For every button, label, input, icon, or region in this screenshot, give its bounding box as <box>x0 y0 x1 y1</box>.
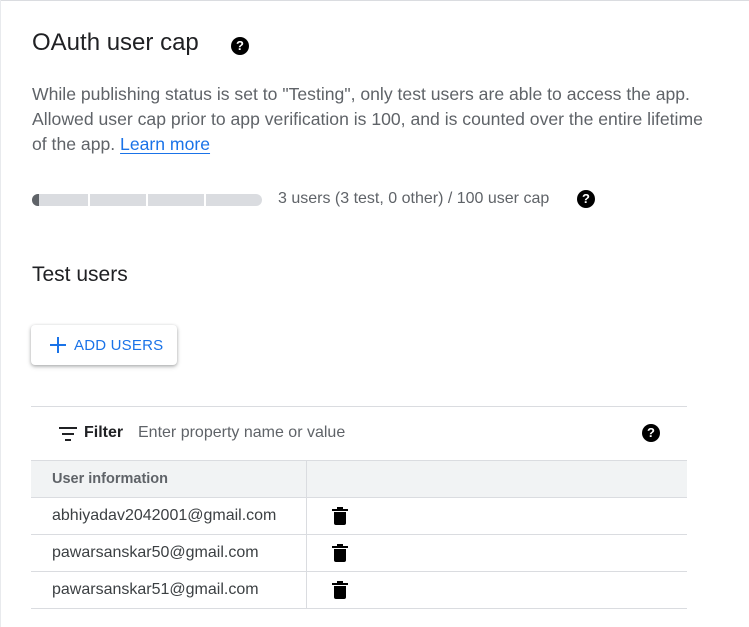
add-users-button[interactable]: ADD USERS <box>31 325 177 365</box>
help-icon[interactable]: ? <box>642 424 660 442</box>
filter-label[interactable]: Filter <box>84 424 123 442</box>
oauth-description: While publishing status is set to "Testi… <box>32 82 712 157</box>
trash-icon[interactable] <box>331 506 348 525</box>
test-users-table: Filter ? User information abhiyadav20420… <box>31 406 687 609</box>
user-email: pawarsanskar51@gmail.com <box>31 571 306 609</box>
delete-cell <box>305 571 687 609</box>
learn-more-link[interactable]: Learn more <box>120 134 210 154</box>
table-row: abhiyadav2042001@gmail.com <box>31 497 687 535</box>
user-email: abhiyadav2042001@gmail.com <box>31 497 306 535</box>
progress-segment-divider <box>88 194 90 206</box>
plus-icon <box>50 337 66 353</box>
trash-icon[interactable] <box>331 580 348 599</box>
top-divider <box>0 0 749 5</box>
table-row: pawarsanskar51@gmail.com <box>31 571 687 609</box>
oauth-user-cap-title: OAuth user cap <box>32 29 199 56</box>
table-row: pawarsanskar50@gmail.com <box>31 534 687 572</box>
filter-bar: Filter ? <box>31 406 687 461</box>
user-email: pawarsanskar50@gmail.com <box>31 534 306 572</box>
test-users-title: Test users <box>32 263 128 286</box>
users-table: User information abhiyadav2042001@gmail.… <box>31 461 687 609</box>
user-cap-usage-text: 3 users (3 test, 0 other) / 100 user cap <box>278 190 550 207</box>
column-header-user-information[interactable]: User information <box>31 461 306 498</box>
table-header-row: User information <box>31 461 687 498</box>
delete-cell <box>305 497 687 535</box>
column-header-actions <box>305 461 687 498</box>
progress-segment-divider <box>204 194 206 206</box>
help-icon[interactable]: ? <box>231 37 249 55</box>
user-cap-progress-fill <box>32 194 39 206</box>
add-users-label: ADD USERS <box>74 336 164 354</box>
left-divider <box>0 0 1 627</box>
filter-icon[interactable] <box>59 427 77 441</box>
progress-segment-divider <box>146 194 148 206</box>
user-cap-progress-bar <box>32 194 262 206</box>
filter-input[interactable] <box>138 422 618 444</box>
delete-cell <box>305 534 687 572</box>
help-icon[interactable]: ? <box>577 190 595 208</box>
trash-icon[interactable] <box>331 543 348 562</box>
